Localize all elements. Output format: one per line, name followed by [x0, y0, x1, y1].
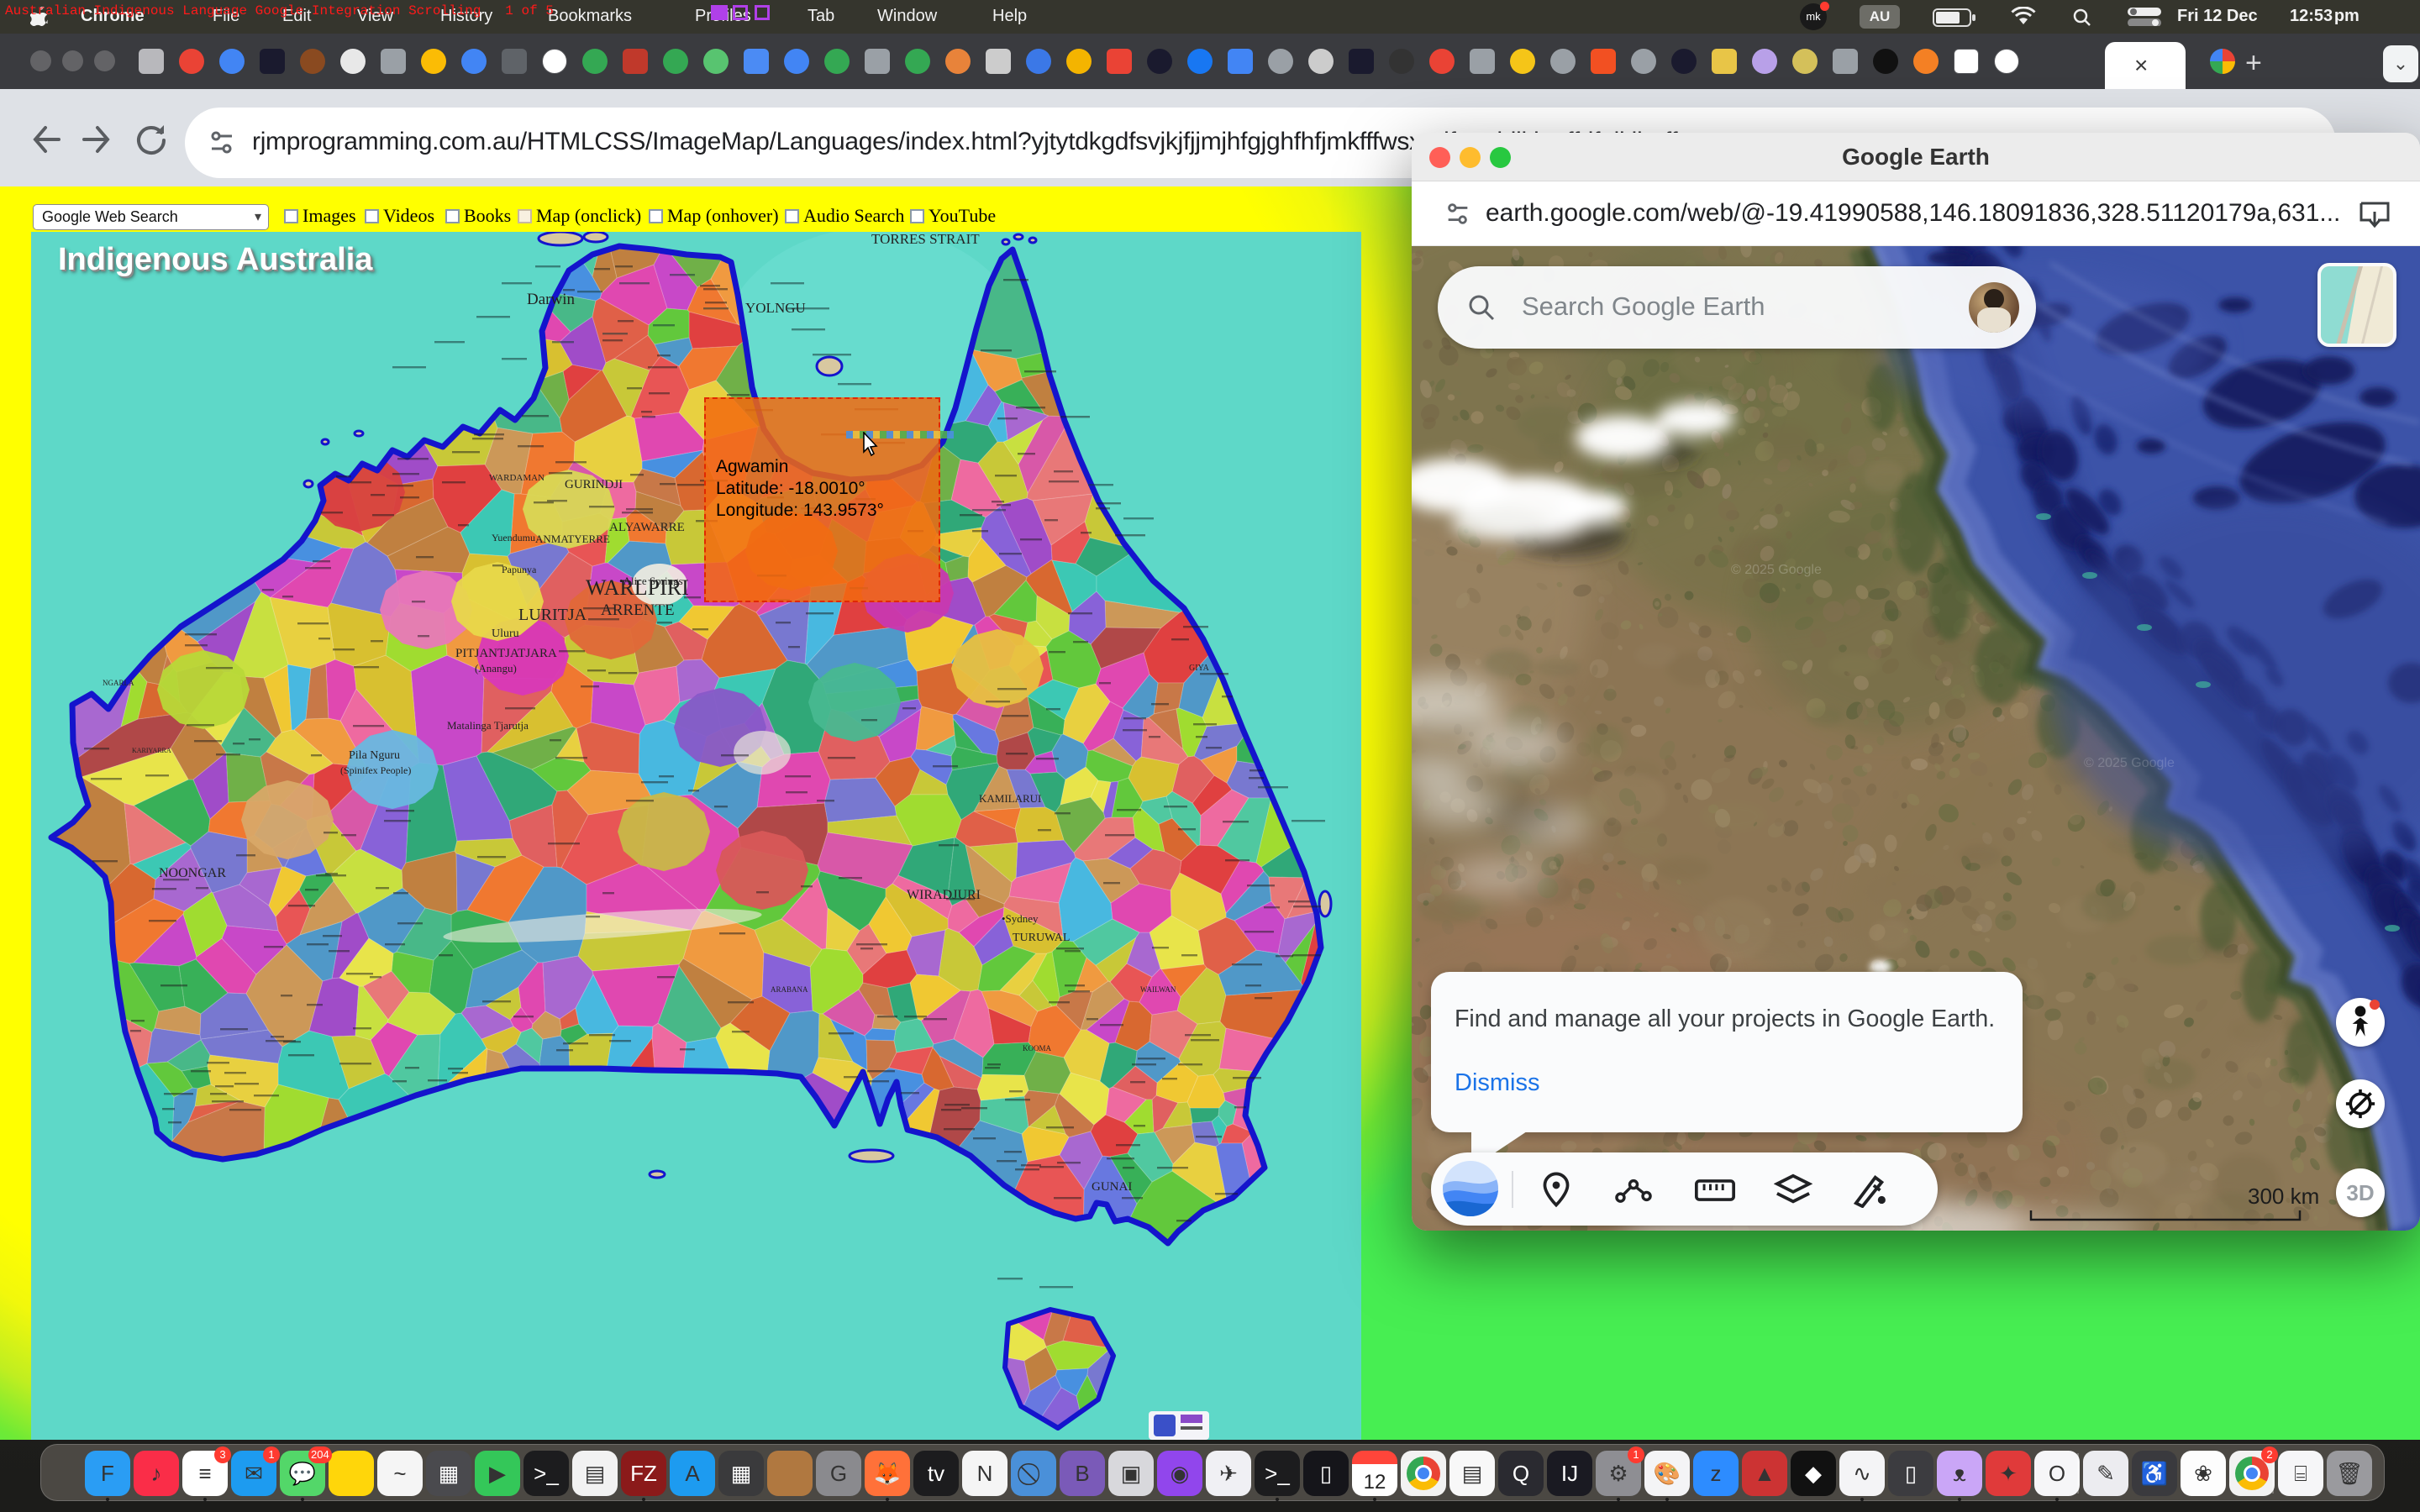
svg-text:YOLNGU: YOLNGU — [745, 300, 806, 316]
svg-text:WAILWAN: WAILWAN — [1140, 985, 1176, 994]
svg-text:ALYAWARRE: ALYAWARRE — [609, 521, 685, 534]
svg-text:NOONGAR: NOONGAR — [159, 866, 226, 880]
svg-text:GUNAI: GUNAI — [1092, 1180, 1132, 1194]
svg-text:GIYA: GIYA — [1189, 664, 1210, 673]
svg-text:© 2025 Google: © 2025 Google — [2084, 756, 2175, 770]
svg-text:KOOMA: KOOMA — [1023, 1044, 1052, 1053]
svg-text:ARRENTE: ARRENTE — [601, 601, 675, 619]
svg-text:Yuendumu: Yuendumu — [492, 532, 535, 543]
svg-text:Darwin: Darwin — [527, 291, 575, 308]
svg-text:WIRADJURI: WIRADJURI — [907, 888, 981, 902]
svg-text:LURITJA: LURITJA — [518, 606, 587, 624]
svg-text:Uluru: Uluru — [492, 627, 519, 640]
svg-text:Matalinga Tjarutja: Matalinga Tjarutja — [447, 719, 529, 732]
svg-text:(Spinifex People): (Spinifex People) — [340, 764, 411, 776]
svg-text:NGARLA: NGARLA — [103, 679, 134, 687]
svg-text:(Anangu): (Anangu) — [475, 662, 517, 675]
svg-text:GURINDJI: GURINDJI — [565, 478, 623, 491]
svg-text:PITJANTJATJARA: PITJANTJATJARA — [455, 647, 557, 660]
svg-text:KAMILARUI: KAMILARUI — [979, 792, 1041, 805]
svg-text:•Sydney: •Sydney — [1002, 912, 1039, 925]
svg-text:TORRES STRAIT: TORRES STRAIT — [871, 232, 980, 247]
svg-text:© 2025 Google: © 2025 Google — [1731, 563, 1822, 577]
svg-text:Pila Nguru: Pila Nguru — [349, 749, 400, 762]
svg-text:•Alice Springs: •Alice Springs — [619, 575, 683, 587]
svg-text:KARIYARRA: KARIYARRA — [132, 747, 171, 754]
svg-text:Papunya: Papunya — [502, 564, 537, 575]
svg-text:ARABANA: ARABANA — [771, 985, 808, 994]
svg-text:ANMATYERRE: ANMATYERRE — [535, 533, 610, 545]
svg-text:TURUWAL: TURUWAL — [1013, 932, 1070, 944]
svg-text:WARDAMAN: WARDAMAN — [489, 473, 544, 483]
